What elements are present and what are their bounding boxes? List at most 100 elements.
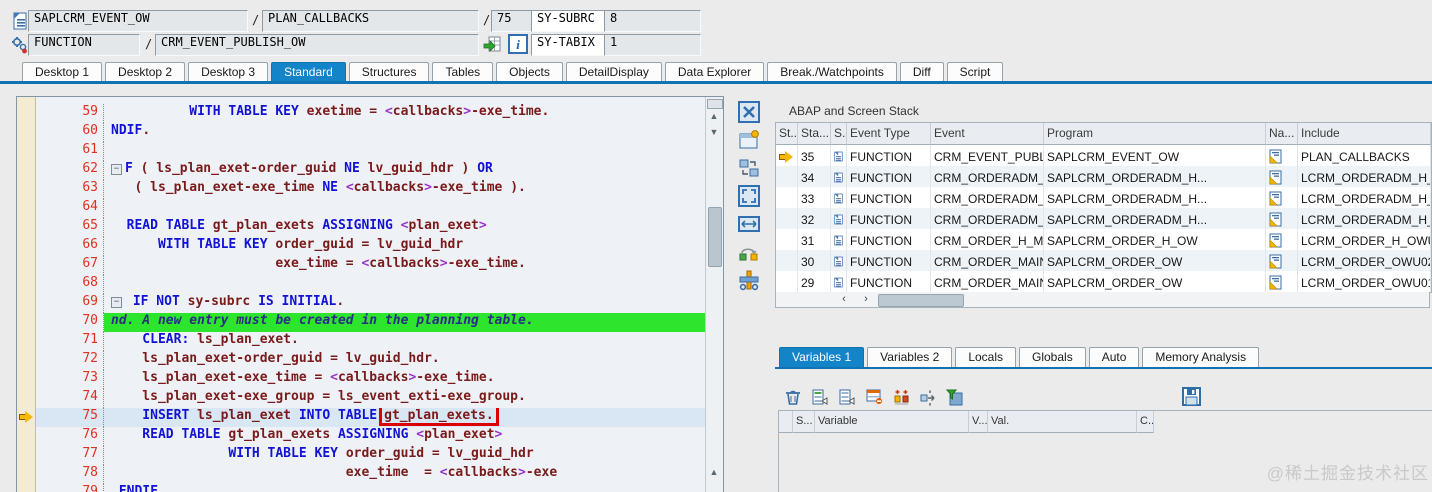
tab-variables-1[interactable]: Variables 1 [779,347,865,367]
variables-column-header[interactable]: S... [793,411,815,433]
stack-horizontal-scrollbar[interactable]: ‹ › [775,292,1430,308]
code-line[interactable]: 70 nd. A new entry must be created in the… [36,313,706,332]
scroll-up2-icon[interactable]: ▲ [706,465,722,479]
delete-icon[interactable] [783,388,803,406]
navigate-include-icon[interactable] [1266,187,1298,208]
stack-row[interactable]: 32 FUNCTIONCRM_ORDERADM_H_MAI...SAPLCRM_O… [776,208,1431,229]
variables-column-header[interactable] [779,411,793,433]
breakpoint-margin[interactable] [17,97,36,492]
tab-break-watchpoints[interactable]: Break./Watchpoints [767,62,897,82]
info-icon[interactable]: i [508,34,528,54]
tab-structures[interactable]: Structures [348,62,430,82]
navigate-include-icon[interactable] [1266,145,1298,166]
scrollbar-thumb[interactable] [708,207,722,267]
link-panes-icon[interactable] [736,240,762,264]
sysvar1-name-field[interactable]: SY-SUBRC [531,10,613,32]
save-icon[interactable] [1182,387,1201,406]
stack-column-header[interactable]: Event [931,123,1044,145]
tab-objects[interactable]: Objects [496,62,563,82]
sysvar2-value-field[interactable]: 1 [604,34,701,56]
tab-desktop-3[interactable]: Desktop 3 [188,62,269,82]
function-name-field[interactable]: CRM_EVENT_PUBLISH_OW [155,34,479,56]
code-line[interactable]: 78 exe_time = <callbacks>-exe [36,465,706,484]
stack-row[interactable]: 29 FUNCTIONCRM_ORDER_MAINTAIN...SAPLCRM_O… [776,271,1431,292]
stack-row[interactable]: 31 FUNCTIONCRM_ORDER_H_MAINTA...SAPLCRM_O… [776,229,1431,250]
variables-column-header[interactable]: Variable [815,411,969,433]
tab-globals[interactable]: Globals [1019,347,1086,367]
scrollbar-thumb[interactable] [878,294,964,307]
filter-icon[interactable] [945,388,965,406]
stack-row[interactable]: 34 FUNCTIONCRM_ORDERADM_H_PUB..SAPLCRM_OR… [776,166,1431,187]
stack-column-header[interactable]: S.. [831,123,847,145]
code-line[interactable]: 74 ls_plan_exet-exe_group = ls_event_ext… [36,389,706,408]
code-line[interactable]: 66 WITH TABLE KEY order_guid = lv_guid_h… [36,237,706,256]
include-field[interactable]: PLAN_CALLBACKS [262,10,479,32]
scroll-down-icon[interactable]: ▼ [706,125,722,139]
code-line[interactable]: 61 [36,142,706,161]
code-editor[interactable]: 59 WITH TABLE KEY exetime = <callbacks>-… [16,96,724,492]
fit-width-icon[interactable] [736,212,762,236]
code-line[interactable]: 59 WITH TABLE KEY exetime = <callbacks>-… [36,104,706,123]
scroll-right-icon[interactable]: › [856,293,876,306]
tab-script[interactable]: Script [946,62,1004,82]
tab-variables-2[interactable]: Variables 2 [867,347,953,367]
stack-row[interactable]: 33 FUNCTIONCRM_ORDERADM_H_CHA..SAPLCRM_OR… [776,187,1431,208]
navigate-include-icon[interactable] [1266,250,1298,271]
line-number-field[interactable]: 75 [491,10,534,32]
tab-desktop-1[interactable]: Desktop 1 [22,62,103,82]
tab-diff[interactable]: Diff [899,62,944,82]
code-editor-body[interactable]: 59 WITH TABLE KEY exetime = <callbacks>-… [17,97,706,492]
remove-row-icon[interactable] [864,388,884,406]
code-line[interactable]: 71 CLEAR: ls_plan_exet. [36,332,706,351]
code-line[interactable]: 73 ls_plan_exet-exe_time = <callbacks>-e… [36,370,706,389]
stack-column-header[interactable]: Na... [1266,123,1298,145]
sysvar2-name-field[interactable]: SY-TABIX [531,34,613,56]
goto-table-icon[interactable] [483,34,503,54]
tab-memory-analysis[interactable]: Memory Analysis [1142,347,1260,367]
close-pane-icon[interactable] [736,100,762,124]
scroll-left-icon[interactable]: ‹ [834,293,854,306]
code-line[interactable]: 69− IF NOT sy-subrc IS INITIAL. [36,294,706,313]
navigate-include-icon[interactable] [1266,166,1298,187]
variables-column-header[interactable]: C... [1137,411,1154,433]
tab-auto[interactable]: Auto [1088,347,1140,367]
code-line[interactable]: 77 WITH TABLE KEY order_guid = lv_guid_h… [36,446,706,465]
stack-column-header[interactable]: St... [776,123,798,145]
sysvar1-value-field[interactable]: 8 [604,10,701,32]
code-line[interactable]: 75 INSERT ls_plan_exet INTO TABLE gt_plan… [36,408,706,427]
tab-standard[interactable]: Standard [271,62,346,82]
stack-row[interactable]: 30 FUNCTIONCRM_ORDER_MAINTAIN...SAPLCRM_O… [776,250,1431,271]
code-line[interactable]: 65 READ TABLE gt_plan_exets ASSIGNING <p… [36,218,706,237]
editor-vertical-scrollbar[interactable]: ▲ ▼ ▲ [705,97,723,492]
code-line[interactable]: 64 [36,199,706,218]
program-field[interactable]: SAPLCRM_EVENT_OW [28,10,248,32]
insert-columns-icon[interactable] [891,388,911,406]
variables-column-header[interactable]: V... [969,411,988,433]
stack-column-header[interactable]: Sta... [798,123,831,145]
code-line[interactable]: 67 exe_time = <callbacks>-exe_time. [36,256,706,275]
stack-column-header[interactable]: Event Type [847,123,931,145]
copy-table-icon[interactable] [810,388,830,406]
copy-table-alt-icon[interactable] [837,388,857,406]
navigate-include-icon[interactable] [1266,271,1298,292]
tab-detaildisplay[interactable]: DetailDisplay [565,62,662,82]
stack-column-header[interactable]: Program [1044,123,1266,145]
code-line[interactable]: 79 ENDIF. [36,484,706,492]
stack-column-header[interactable]: Include [1298,123,1431,145]
splitter-handle[interactable] [707,99,723,109]
services-icon[interactable] [736,268,762,292]
scroll-up-icon[interactable]: ▲ [706,109,722,123]
swap-panes-icon[interactable] [736,156,762,180]
swap-arrows-icon[interactable] [918,388,938,406]
maximize-icon[interactable] [736,184,762,208]
frame-kind-field[interactable]: FUNCTION [28,34,140,56]
code-line[interactable]: 68 [36,275,706,294]
new-window-icon[interactable] [736,128,762,152]
code-line[interactable]: 76 READ TABLE gt_plan_exets ASSIGNING <p… [36,427,706,446]
tab-locals[interactable]: Locals [955,347,1016,367]
variables-column-header[interactable]: Val. [988,411,1137,433]
tab-tables[interactable]: Tables [432,62,494,82]
tab-desktop-2[interactable]: Desktop 2 [105,62,186,82]
code-line[interactable]: 72 ls_plan_exet-order_guid = lv_guid_hdr… [36,351,706,370]
stack-row[interactable]: 35 FUNCTIONCRM_EVENT_PUBLISH_O..SAPLCRM_E… [776,145,1431,166]
